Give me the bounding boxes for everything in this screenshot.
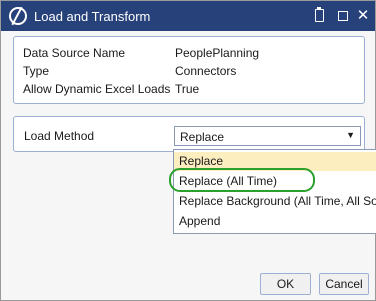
properties-panel: Data Source Name PeoplePlanning Type Con… (13, 36, 365, 104)
title-bar: Load and Transform ✕ (1, 1, 375, 31)
close-icon[interactable]: ✕ (354, 7, 372, 25)
load-method-selected-value: Replace (180, 130, 225, 144)
allow-dynamic-excel-loads-label: Allow Dynamic Excel Loads (23, 82, 171, 96)
chevron-down-icon[interactable]: ▼ (346, 130, 355, 140)
annotation-highlight-oval (169, 168, 315, 192)
maximize-icon[interactable] (334, 7, 352, 25)
type-value: Connectors (175, 64, 237, 78)
option-append[interactable]: Append (174, 212, 376, 231)
option-replace-background[interactable]: Replace Background (All Time, All Source… (174, 192, 376, 211)
ok-button[interactable]: OK (260, 273, 311, 295)
data-source-name-value: PeoplePlanning (175, 46, 260, 60)
load-method-select[interactable]: Replace ▼ (174, 126, 361, 146)
allow-dynamic-excel-loads-value: True (175, 82, 200, 96)
load-transform-dialog: Load and Transform ✕ Data Source Name Pe… (0, 0, 376, 301)
window-title: Load and Transform (34, 9, 151, 24)
cancel-button[interactable]: Cancel (319, 273, 369, 295)
data-source-name-label: Data Source Name (23, 46, 126, 60)
document-icon[interactable] (311, 7, 329, 25)
type-label: Type (23, 64, 50, 78)
load-method-panel: Load Method Replace ▼ (13, 116, 365, 152)
load-method-label: Load Method (24, 129, 95, 143)
app-logo-icon (9, 7, 27, 25)
